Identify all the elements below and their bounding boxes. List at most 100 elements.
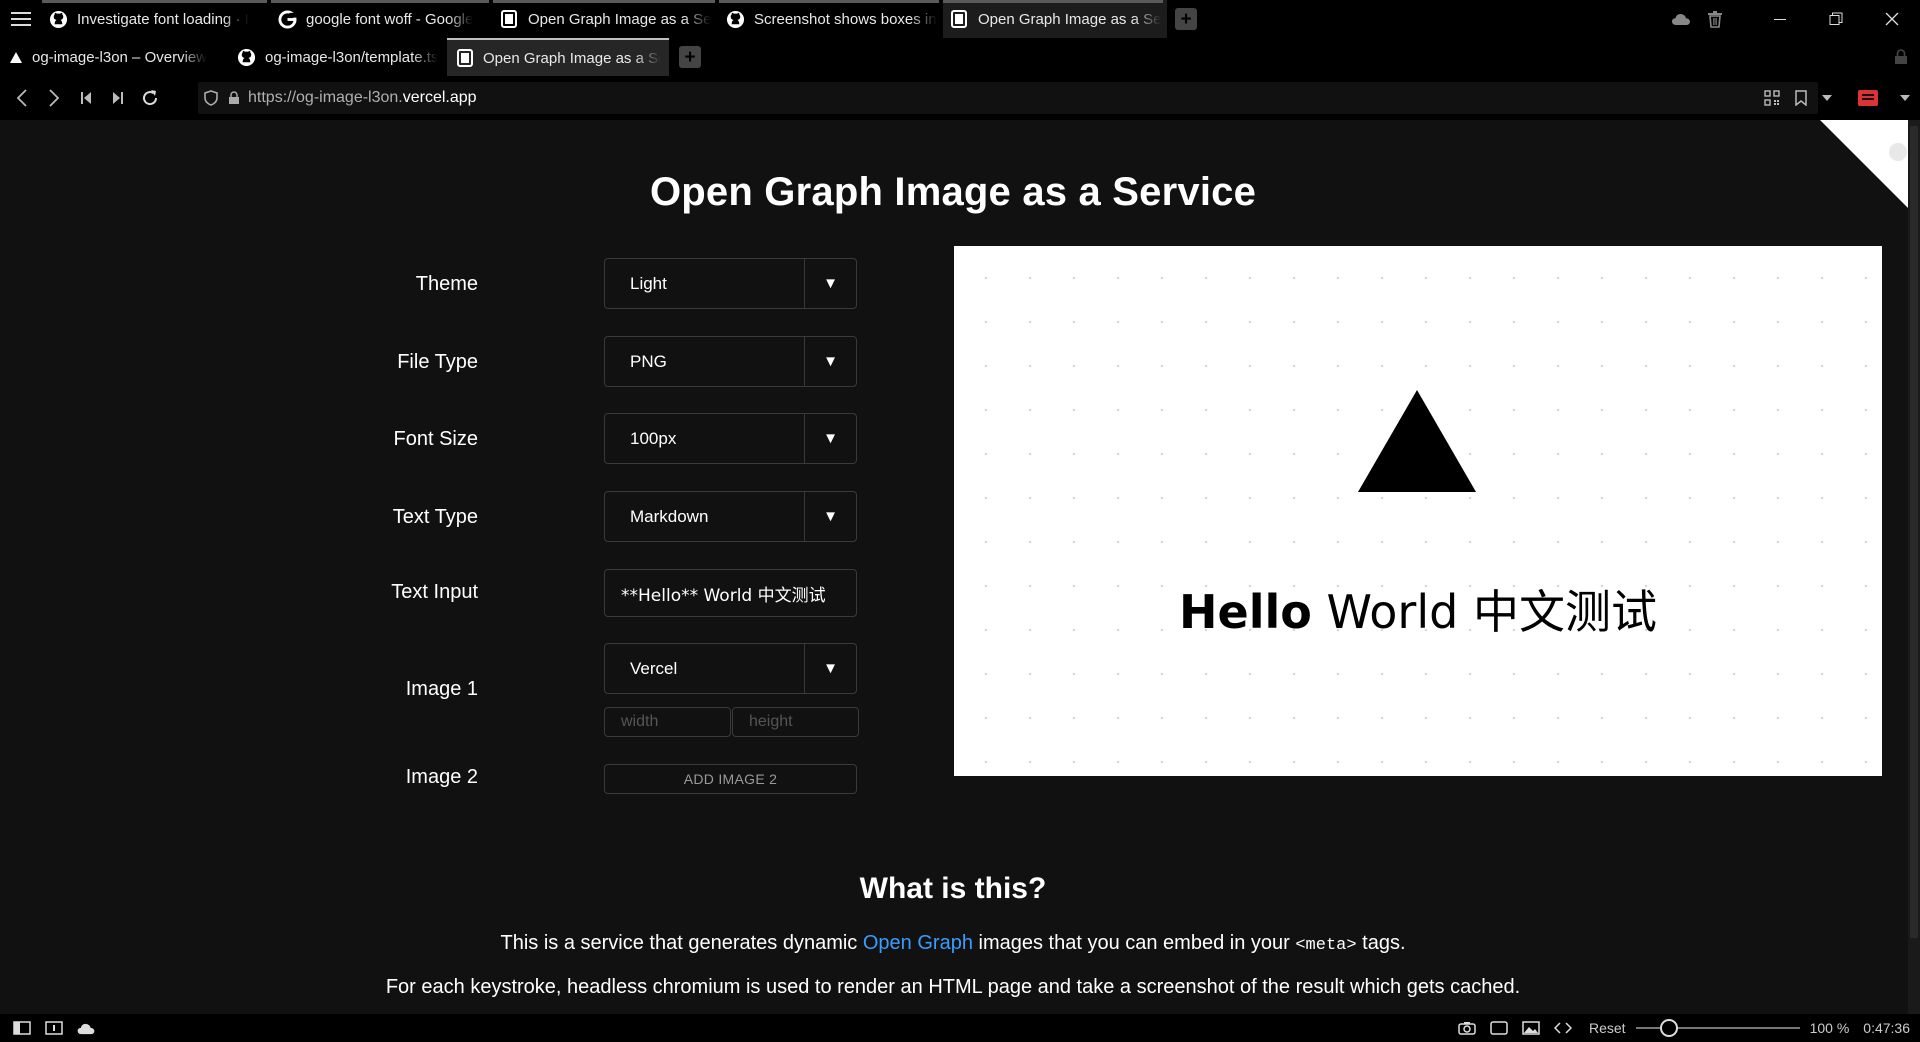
text-input-label: Text Input <box>391 581 478 603</box>
code-icon[interactable] <box>1547 1014 1579 1042</box>
font-size-select[interactable]: 100px ▼ <box>604 413 857 464</box>
image1-label: Image 1 <box>405 678 478 700</box>
window-tab-2[interactable]: google font woff - Google <box>271 0 493 38</box>
text-type-label: Text Type <box>392 506 478 528</box>
preview-bold-text: Hello <box>1179 585 1312 639</box>
sub-tab-label: og-image-l3on – Overview <box>32 48 208 66</box>
image1-width-input[interactable]: width <box>604 707 731 737</box>
dropdown-arrow-icon[interactable] <box>1814 76 1840 120</box>
forward-icon[interactable] <box>38 76 70 120</box>
back-icon[interactable] <box>6 76 38 120</box>
section-title: What is this? <box>859 872 1047 905</box>
file-type-label: File Type <box>397 351 478 373</box>
tile-icon[interactable] <box>38 1014 70 1042</box>
sub-tab-2[interactable]: og-image-l3on/template.ts <box>227 38 447 76</box>
reader-extension-icon[interactable] <box>1846 76 1890 120</box>
font-size-label: Font Size <box>393 428 478 450</box>
image1-value: Vercel <box>630 658 678 678</box>
extensions-menu-icon[interactable] <box>1890 76 1920 120</box>
theme-label: Theme <box>415 273 478 295</box>
image1-select[interactable]: Vercel ▼ <box>604 643 857 694</box>
window-tab-1[interactable]: Investigate font loading · I <box>42 0 271 38</box>
window-tab-label: google font woff - Google <box>306 10 474 28</box>
image-icon[interactable] <box>1515 1014 1547 1042</box>
text-input-field[interactable]: **Hello** World 中文测试 <box>604 569 857 617</box>
image2-label: Image 2 <box>405 766 478 788</box>
sub-tab-1[interactable]: og-image-l3on – Overview <box>0 38 227 76</box>
sub-tab-3-active[interactable]: Open Graph Image as a Se <box>447 38 669 76</box>
text-type-select[interactable]: Markdown ▼ <box>604 491 857 542</box>
minimize-icon[interactable] <box>1752 0 1808 38</box>
window-icon[interactable] <box>1483 1014 1515 1042</box>
restore-icon[interactable] <box>1808 0 1864 38</box>
preview-rest-text: World 中文测试 <box>1311 585 1657 639</box>
dropdown-arrow-icon[interactable]: ▼ <box>804 414 856 463</box>
window-tab-3[interactable]: Open Graph Image as a Se <box>493 0 719 38</box>
github-icon <box>237 48 256 67</box>
window-tab-label: Screenshot shows boxes in <box>754 10 937 28</box>
fast-forward-icon[interactable] <box>102 76 134 120</box>
url-text: https://og-image-l3on.vercel.app <box>248 89 477 106</box>
file-type-value: PNG <box>630 351 667 371</box>
zoom-reset-button[interactable]: Reset <box>1589 1020 1626 1036</box>
menu-icon[interactable] <box>0 0 42 38</box>
vercel-triangle-logo <box>1358 390 1476 492</box>
github-corner-icon[interactable] <box>1820 120 1920 220</box>
file-type-select[interactable]: PNG ▼ <box>604 336 857 387</box>
about-paragraph-1: This is a service that generates dynamic… <box>500 932 1406 955</box>
rewind-icon[interactable] <box>70 76 102 120</box>
zoom-slider[interactable] <box>1635 1014 1800 1042</box>
open-graph-link[interactable]: Open Graph <box>863 932 973 954</box>
panel-toggle-icon[interactable] <box>6 1014 38 1042</box>
sub-tab-strip: og-image-l3on – Overview og-image-l3on/t… <box>0 38 1920 76</box>
window-tab-label: Open Graph Image as a Se <box>528 10 712 28</box>
address-bar: https://og-image-l3on.vercel.app <box>0 76 1920 120</box>
preview-text: Hello World 中文测试 <box>954 576 1882 642</box>
window-controls <box>1664 0 1920 38</box>
url-field[interactable]: https://og-image-l3on.vercel.app <box>198 82 1818 114</box>
vercel-icon <box>10 51 22 63</box>
window-tab-4[interactable]: Screenshot shows boxes in <box>719 0 943 38</box>
add-image-2-button[interactable]: ADD IMAGE 2 <box>604 764 857 794</box>
new-tab-button[interactable]: + <box>679 46 701 68</box>
address-bar-actions <box>1756 76 1920 120</box>
zoom-slider-knob[interactable] <box>1659 1019 1678 1037</box>
dropdown-arrow-icon[interactable]: ▼ <box>804 337 856 386</box>
github-icon <box>725 9 745 29</box>
window-tab-strip: Investigate font loading · I google font… <box>0 0 1920 38</box>
image1-height-input[interactable]: height <box>732 707 859 737</box>
cloud-icon[interactable] <box>1664 0 1698 38</box>
page-icon <box>457 49 473 67</box>
text-type-value: Markdown <box>630 506 709 526</box>
google-icon <box>277 9 297 29</box>
zoom-level: 100 % <box>1809 1020 1850 1036</box>
sync-cloud-icon[interactable] <box>70 1014 102 1042</box>
status-bar-right: Reset 100 % 0:47:36 <box>1451 1014 1920 1042</box>
theme-value: Light <box>630 273 667 293</box>
dropdown-arrow-icon[interactable]: ▼ <box>804 492 856 541</box>
font-size-value: 100px <box>630 428 677 448</box>
og-image-preview: Hello World 中文测试 <box>954 246 1882 776</box>
new-tab-button[interactable]: + <box>1175 8 1197 30</box>
dropdown-arrow-icon[interactable]: ▼ <box>804 644 856 693</box>
page-content: Open Graph Image as a Service Theme Ligh… <box>0 120 1920 1014</box>
dropdown-arrow-icon[interactable]: ▼ <box>804 259 856 308</box>
shield-icon[interactable] <box>204 90 218 106</box>
lock-tabs-icon[interactable] <box>1894 49 1908 65</box>
status-bar: Reset 100 % 0:47:36 <box>0 1014 1920 1042</box>
clock: 0:47:36 <box>1863 1020 1910 1036</box>
bookmark-icon[interactable] <box>1788 76 1814 120</box>
scrollbar[interactable] <box>1908 120 1920 1014</box>
github-icon <box>48 9 68 29</box>
about-paragraph-2: For each keystroke, headless chromium is… <box>385 976 1521 998</box>
qr-code-icon[interactable] <box>1756 76 1788 120</box>
page-icon <box>499 9 519 29</box>
window-tab-5-active[interactable]: Open Graph Image as a Se <box>943 0 1167 38</box>
window-tab-label: Investigate font loading · I <box>77 10 249 28</box>
close-icon[interactable] <box>1864 0 1920 38</box>
camera-icon[interactable] <box>1451 1014 1483 1042</box>
reload-icon[interactable] <box>134 76 166 120</box>
page-title: Open Graph Image as a Service <box>649 170 1257 214</box>
theme-select[interactable]: Light ▼ <box>604 258 857 309</box>
trash-icon[interactable] <box>1698 0 1732 38</box>
